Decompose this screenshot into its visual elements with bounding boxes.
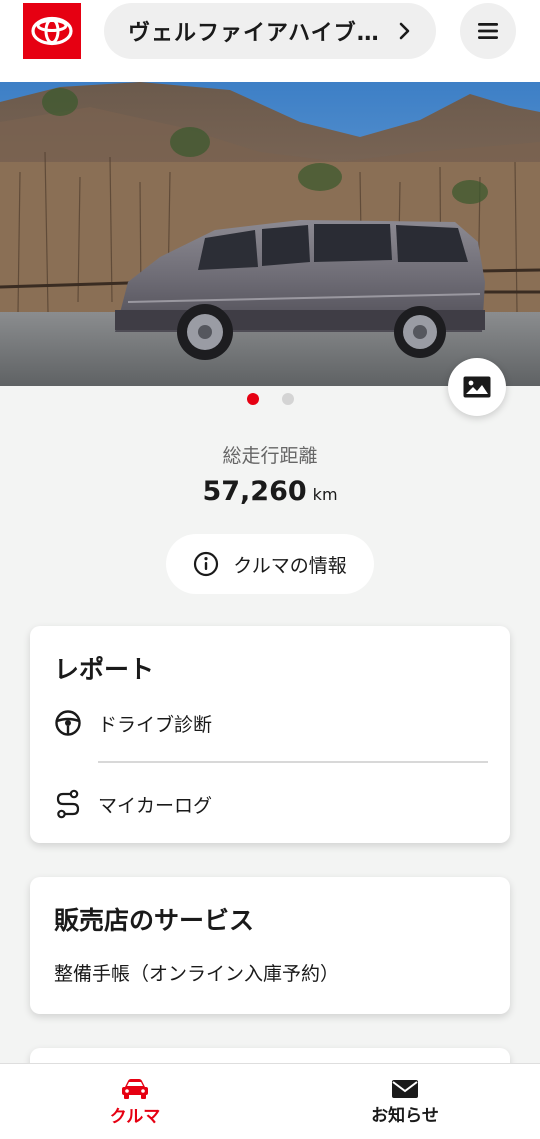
mileage-label: 総走行距離: [222, 445, 318, 467]
bottom-navigation: クルマ お知らせ: [0, 1063, 540, 1139]
toyota-logo[interactable]: [23, 3, 81, 59]
vehicle-photo: [0, 82, 540, 386]
nav-news-tab[interactable]: お知らせ: [270, 1064, 540, 1139]
mileage-unit: km: [312, 485, 338, 504]
car-icon: [122, 1078, 148, 1099]
nav-car-tab[interactable]: クルマ: [0, 1064, 270, 1139]
nav-news-label: お知らせ: [371, 1105, 439, 1126]
dealer-service-card: 販売店のサービス 整備手帳（オンライン入庫予約）: [30, 877, 510, 1014]
chevron-right-icon: [399, 22, 410, 40]
maintenance-booklet-item[interactable]: 整備手帳（オンライン入庫予約）: [54, 959, 494, 986]
info-icon: [194, 551, 219, 577]
report-card: レポート ドライブ診断 マイカーログ: [30, 626, 510, 843]
carousel-dot[interactable]: [281, 393, 294, 405]
my-car-log-item[interactable]: マイカーログ: [54, 788, 494, 820]
route-icon: [54, 788, 86, 820]
vehicle-photo-carousel[interactable]: [0, 82, 540, 386]
carousel-dots: [0, 393, 540, 407]
app-header: ヴェルファイアハイブ...: [0, 0, 540, 82]
menu-button[interactable]: [460, 3, 516, 59]
drive-diagnosis-label: ドライブ診断: [98, 713, 213, 736]
drive-diagnosis-item[interactable]: ドライブ診断: [54, 707, 494, 739]
mail-icon: [392, 1079, 418, 1098]
report-divider: [98, 761, 488, 763]
dealer-service-title: 販売店のサービス: [54, 906, 255, 935]
nav-car-label: クルマ: [109, 1106, 161, 1127]
hamburger-icon: [478, 23, 498, 39]
report-card-title: レポート: [54, 655, 155, 684]
vehicle-title: ヴェルファイアハイブ...: [128, 21, 384, 46]
photo-gallery-button[interactable]: [448, 358, 506, 416]
steering-wheel-icon: [54, 707, 86, 739]
toyota-logo-icon: [31, 16, 73, 46]
mileage-value: 57,260 km: [0, 476, 540, 507]
vehicle-info-button[interactable]: クルマの情報: [166, 534, 374, 594]
vehicle-selector[interactable]: ヴェルファイアハイブ...: [104, 3, 436, 59]
my-car-log-label: マイカーログ: [98, 794, 213, 817]
mileage-number: 57,260: [202, 476, 307, 507]
maintenance-booklet-label: 整備手帳（オンライン入庫予約）: [54, 963, 340, 985]
carousel-dot-active[interactable]: [246, 393, 259, 405]
vehicle-info-label: クルマの情報: [233, 554, 347, 577]
